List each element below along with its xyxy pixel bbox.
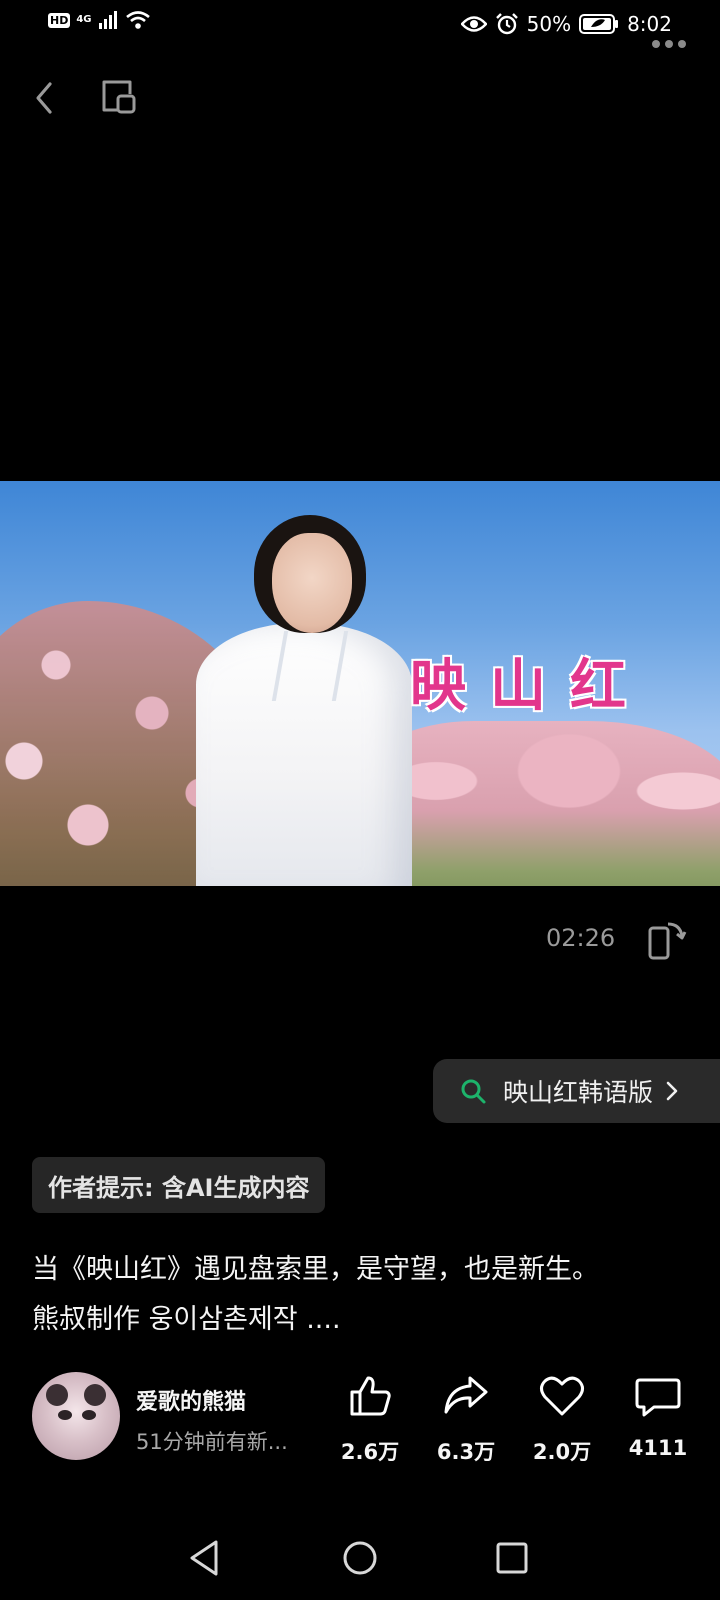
like-button[interactable]: 2.6万 [330, 1372, 410, 1466]
rotate-screen-button[interactable] [644, 918, 688, 962]
nav-recents-button[interactable] [486, 1532, 538, 1584]
favorite-button[interactable]: 2.0万 [522, 1372, 602, 1466]
wifi-icon [125, 11, 150, 29]
description-line-1: 当《映山红》遇见盘索里，是守望，也是新生。 [32, 1254, 599, 1285]
signal-icon [98, 11, 117, 29]
system-nav-bar [0, 1526, 720, 1590]
nav-back-button[interactable] [180, 1532, 232, 1584]
description-line-2: 熊叔制作 웅이삼촌제작 .... [32, 1304, 341, 1335]
comment-count: 4111 [628, 1436, 688, 1460]
related-search-pill[interactable]: 映山红韩语版 [433, 1059, 720, 1123]
creator-name[interactable]: 爱歌的熊猫 [136, 1384, 246, 1416]
network-type: 4G [76, 14, 92, 25]
eye-icon [460, 16, 487, 32]
status-bar: HD 4G 50% 8:02 [0, 0, 720, 48]
video-figure-collar [271, 631, 349, 701]
chevron-right-icon [666, 1081, 678, 1101]
related-search-text: 映山红韩语版 [503, 1078, 654, 1107]
creator-avatar[interactable] [32, 1372, 120, 1460]
clock: 8:02 [627, 12, 672, 36]
more-options-icon[interactable] [652, 40, 686, 48]
video-figure-face [272, 533, 352, 633]
top-nav [0, 70, 720, 126]
video-flowers-right [360, 721, 720, 886]
battery-icon [579, 14, 619, 34]
status-left: HD 4G [48, 10, 151, 30]
like-count: 2.6万 [340, 1440, 400, 1464]
thumbs-up-icon [350, 1376, 391, 1416]
favorite-count: 2.0万 [532, 1440, 592, 1464]
video-description[interactable]: 当《映山红》遇见盘索里，是守望，也是新生。 熊叔制作 웅이삼촌제작 .... [32, 1245, 692, 1345]
hd-badge: HD [48, 12, 71, 28]
author-tip-text: 作者提示: 含AI生成内容 [48, 1173, 310, 1202]
share-arrow-icon [444, 1376, 488, 1414]
comment-button[interactable]: 4111 [618, 1372, 698, 1460]
share-button[interactable]: 6.3万 [426, 1372, 506, 1466]
creator-update-status: 51分钟前有新... [136, 1430, 288, 1454]
comment-bubble-icon [635, 1378, 681, 1417]
video-duration: 02:26 [546, 924, 616, 952]
screen-cast-button[interactable] [98, 76, 142, 120]
video-title-overlay: 映山红 [410, 653, 650, 719]
video-player[interactable]: 映山红 [0, 481, 720, 886]
search-icon [461, 1079, 486, 1104]
share-count: 6.3万 [436, 1440, 496, 1464]
battery-percent: 50% [526, 12, 572, 36]
heart-icon [540, 1376, 584, 1416]
nav-home-button[interactable] [334, 1532, 386, 1584]
author-tip-badge: 作者提示: 含AI生成内容 [32, 1157, 326, 1213]
back-button[interactable] [24, 74, 68, 122]
status-right: 50% 8:02 [460, 8, 672, 40]
alarm-icon [495, 13, 518, 35]
